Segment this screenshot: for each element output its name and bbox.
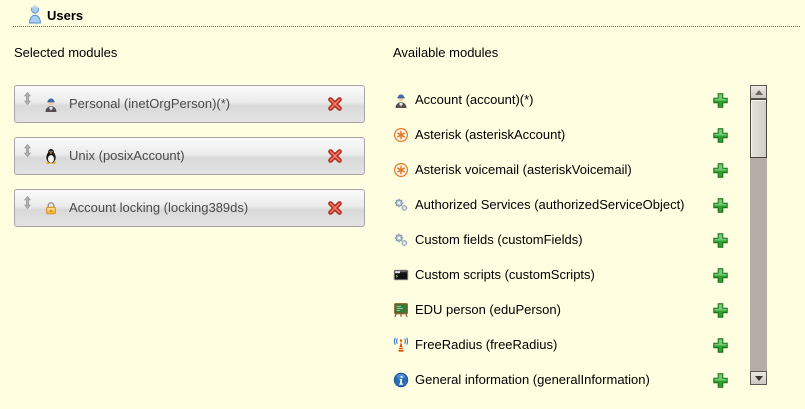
add-module-button[interactable]	[712, 267, 729, 284]
gears-icon	[393, 232, 409, 253]
triangle-up-icon	[755, 90, 763, 95]
add-module-button[interactable]	[712, 162, 729, 179]
person-icon	[393, 92, 409, 113]
available-module-label: EDU person (eduPerson)	[415, 296, 561, 324]
selected-module-row-personal[interactable]: Personal (inetOrgPerson)(*)	[14, 85, 365, 123]
plus-icon	[712, 267, 729, 284]
available-module-label: Custom scripts (customScripts)	[415, 261, 595, 289]
available-module-row: FreeRadius (freeRadius)	[393, 331, 703, 359]
remove-module-button[interactable]	[326, 199, 344, 217]
section-divider	[13, 26, 800, 27]
scrollbar-track[interactable]	[750, 99, 767, 371]
plus-icon	[712, 232, 729, 249]
scrollbar-thumb[interactable]	[750, 99, 767, 158]
penguin-icon	[43, 148, 59, 169]
selected-module-row-unix[interactable]: Unix (posixAccount)	[14, 137, 365, 175]
plus-icon	[712, 337, 729, 354]
available-module-label: Asterisk voicemail (asteriskVoicemail)	[415, 156, 632, 184]
plus-icon	[712, 92, 729, 109]
drag-handle-icon[interactable]	[23, 92, 32, 110]
available-module-label: FreeRadius (freeRadius)	[415, 331, 557, 359]
available-module-label: Asterisk (asteriskAccount)	[415, 121, 565, 149]
selected-module-label: Personal (inetOrgPerson)(*)	[69, 86, 230, 122]
selected-modules-label: Selected modules	[14, 45, 117, 60]
selected-module-row-account-locking[interactable]: Account locking (locking389ds)	[14, 189, 365, 227]
selected-module-label: Account locking (locking389ds)	[69, 190, 248, 226]
page-title: Users	[47, 8, 83, 23]
scroll-up-button[interactable]	[750, 85, 767, 99]
available-module-row: Asterisk (asteriskAccount)	[393, 121, 703, 149]
module-selection-page: Users Selected modules Available modules…	[0, 0, 805, 409]
plus-icon	[712, 197, 729, 214]
add-module-button[interactable]	[712, 197, 729, 214]
scrollbar[interactable]	[750, 85, 767, 385]
plus-icon	[712, 127, 729, 144]
plus-icon	[712, 162, 729, 179]
available-module-row: General information (generalInformation)	[393, 366, 703, 394]
lock-icon	[43, 200, 59, 221]
add-module-button[interactable]	[712, 302, 729, 319]
delete-icon	[326, 147, 344, 165]
available-module-label: Account (account)(*)	[415, 86, 534, 114]
gears-icon	[393, 197, 409, 218]
scroll-down-button[interactable]	[750, 371, 767, 385]
drag-handle-icon[interactable]	[23, 144, 32, 162]
radio-icon	[393, 337, 409, 358]
add-module-button[interactable]	[712, 92, 729, 109]
delete-icon	[326, 95, 344, 113]
asterisk-icon	[393, 162, 409, 183]
chalkboard-icon	[393, 302, 409, 323]
drag-handle-icon[interactable]	[23, 196, 32, 214]
available-module-label: Custom fields (customFields)	[415, 226, 583, 254]
available-module-label: Authorized Services (authorizedServiceOb…	[415, 191, 685, 219]
add-module-button[interactable]	[712, 372, 729, 389]
remove-module-button[interactable]	[326, 95, 344, 113]
asterisk-icon	[393, 127, 409, 148]
available-module-row: Asterisk voicemail (asteriskVoicemail)	[393, 156, 703, 184]
available-module-row: Account (account)(*)	[393, 86, 703, 114]
available-module-row: Custom fields (customFields)	[393, 226, 703, 254]
info-icon	[393, 372, 409, 393]
available-module-label: General information (generalInformation)	[415, 366, 650, 394]
add-module-button[interactable]	[712, 337, 729, 354]
add-module-button[interactable]	[712, 127, 729, 144]
plus-icon	[712, 302, 729, 319]
terminal-icon	[393, 267, 409, 288]
remove-module-button[interactable]	[326, 147, 344, 165]
available-module-row: EDU person (eduPerson)	[393, 296, 703, 324]
available-module-row: Custom scripts (customScripts)	[393, 261, 703, 289]
available-module-row: Authorized Services (authorizedServiceOb…	[393, 191, 703, 219]
add-module-button[interactable]	[712, 232, 729, 249]
triangle-down-icon	[755, 376, 763, 381]
plus-icon	[712, 372, 729, 389]
selected-module-label: Unix (posixAccount)	[69, 138, 185, 174]
person-icon	[43, 96, 59, 117]
available-modules-label: Available modules	[393, 45, 498, 60]
delete-icon	[326, 199, 344, 217]
